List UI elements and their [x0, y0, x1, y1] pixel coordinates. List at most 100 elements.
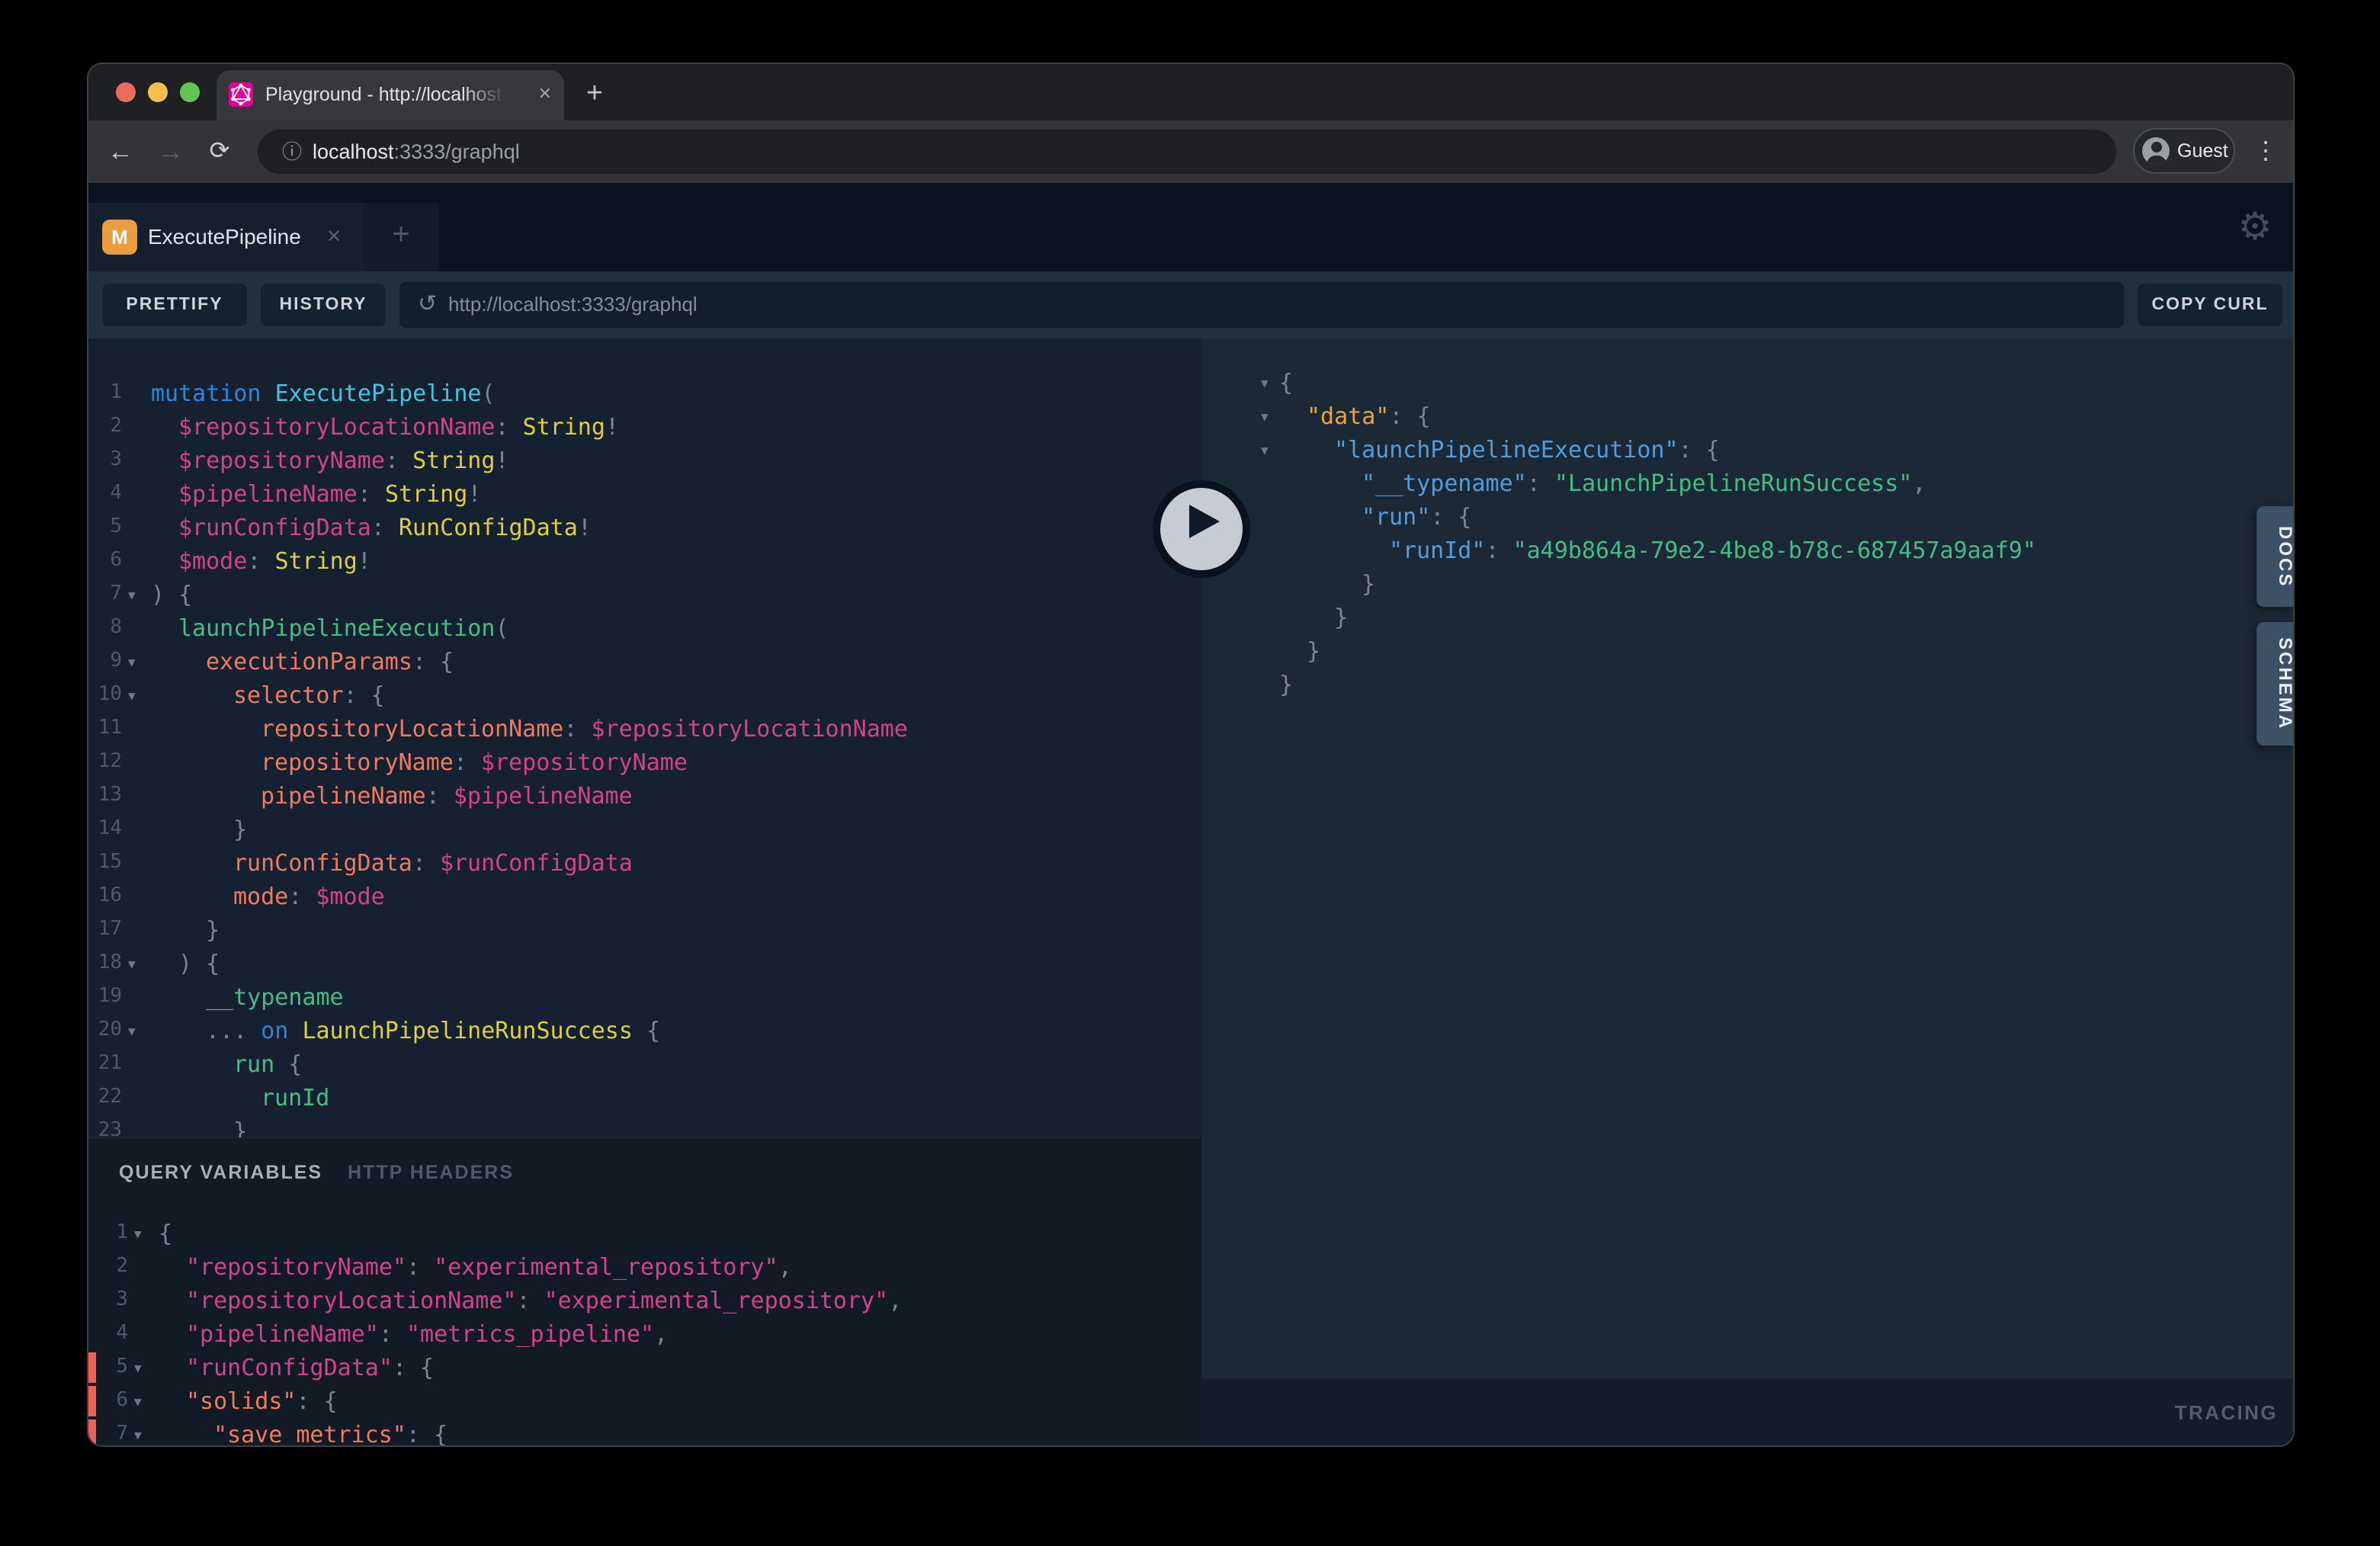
graphql-logo-icon — [229, 82, 253, 107]
fullscreen-window-button[interactable] — [180, 82, 200, 102]
line-number: 13 — [88, 779, 122, 813]
fold-arrow-icon[interactable]: ▼ — [128, 948, 136, 982]
schema-side-tab[interactable]: SCHEMA — [2257, 622, 2295, 746]
new-tab-button[interactable]: + — [576, 70, 613, 120]
fold-arrow-icon[interactable]: ▼ — [128, 579, 136, 613]
browser-toolbar: ← → ⟳ ⓘ localhost:3333/graphql Guest ⋮ — [88, 120, 2295, 183]
session-tab-title: ExecutePipeline — [148, 203, 301, 271]
docs-side-tab[interactable]: DOCS — [2257, 506, 2295, 607]
graphql-playground: M ExecutePipeline ✕ + ⚙ PRETTIFY HISTORY… — [88, 183, 2295, 1447]
code-line: 14} — [88, 813, 1201, 846]
line-number: 10 — [88, 678, 122, 712]
line-number: 2 — [88, 410, 122, 444]
fold-arrow-icon[interactable]: ▼ — [1261, 367, 1269, 401]
tracing-label: TRACING — [2175, 1378, 2278, 1447]
code-line: } — [1201, 634, 2295, 668]
play-icon — [1189, 505, 1220, 538]
browser-tabstrip: Playground - http://localhost:3 ✕ + — [88, 64, 2295, 120]
code-line: 3"repositoryLocationName": "experimental… — [88, 1284, 1201, 1317]
code-line: ▼"launchPipelineExecution": { — [1201, 433, 2295, 467]
tab-http-headers[interactable]: HTTP HEADERS — [348, 1139, 514, 1200]
line-number: 4 — [88, 477, 122, 511]
code-line: 2$repositoryLocationName: String! — [88, 410, 1201, 444]
endpoint-url: http://localhost:3333/graphql — [448, 282, 698, 328]
execute-button[interactable] — [1153, 480, 1250, 578]
fold-arrow-icon[interactable]: ▼ — [128, 1015, 136, 1049]
close-window-button[interactable] — [116, 82, 136, 102]
line-number: 1 — [88, 377, 122, 410]
url-host: localhost — [313, 140, 394, 163]
code-line: 15runConfigData: $runConfigData — [88, 846, 1201, 880]
history-button[interactable]: HISTORY — [261, 284, 386, 326]
code-line: 7▼"save_metrics": { — [88, 1418, 1201, 1447]
code-line: 18▼) { — [88, 947, 1201, 980]
line-number: 6 — [88, 1384, 128, 1418]
code-line: 5▼"runConfigData": { — [88, 1351, 1201, 1384]
code-line: 22runId — [88, 1081, 1201, 1115]
close-session-icon[interactable]: ✕ — [326, 203, 342, 271]
code-line: 23} — [88, 1115, 1201, 1137]
site-info-icon[interactable]: ⓘ — [282, 130, 302, 174]
code-line: } — [1201, 601, 2295, 634]
fold-arrow-icon[interactable]: ▼ — [134, 1386, 142, 1419]
code-line: 1▼{ — [88, 1217, 1201, 1250]
forward-icon[interactable]: → — [151, 120, 191, 183]
browser-tab[interactable]: Playground - http://localhost:3 ✕ — [217, 70, 564, 120]
screen: Playground - http://localhost:3 ✕ + ← → … — [0, 0, 2380, 1546]
code-line: 7▼) { — [88, 578, 1201, 611]
line-number: 16 — [88, 880, 122, 913]
fold-arrow-icon[interactable]: ▼ — [1261, 435, 1269, 468]
avatar-icon — [2142, 137, 2170, 165]
code-line: ▼{ — [1201, 366, 2295, 399]
tracing-bar[interactable]: TRACING — [1201, 1378, 2295, 1447]
code-line: 10▼selector: { — [88, 678, 1201, 712]
reload-icon[interactable]: ⟳ — [200, 120, 239, 183]
line-number: 4 — [88, 1317, 128, 1351]
minimize-window-button[interactable] — [148, 82, 168, 102]
url-path: :3333/graphql — [394, 140, 520, 163]
fold-arrow-icon[interactable]: ▼ — [134, 1419, 142, 1447]
copy-curl-button[interactable]: COPY CURL — [2138, 284, 2282, 326]
code-line: 19__typename — [88, 980, 1201, 1014]
variables-editor[interactable]: 1▼{2"repositoryName": "experimental_repo… — [88, 1217, 1201, 1447]
code-line: } — [1201, 668, 2295, 701]
line-number: 21 — [88, 1047, 122, 1081]
fold-arrow-icon[interactable]: ▼ — [134, 1352, 142, 1386]
code-line: 6▼"solids": { — [88, 1384, 1201, 1418]
profile-button[interactable]: Guest — [2133, 128, 2235, 174]
fold-arrow-icon[interactable]: ▼ — [1261, 401, 1269, 435]
response-viewer[interactable]: ▼{▼"data": {▼"launchPipelineExecution": … — [1201, 338, 2295, 1378]
code-line: 6$mode: String! — [88, 544, 1201, 578]
new-session-button[interactable]: + — [363, 203, 439, 271]
fold-arrow-icon[interactable]: ▼ — [134, 1218, 142, 1252]
prettify-button[interactable]: PRETTIFY — [102, 284, 247, 326]
code-line: 4$pipelineName: String! — [88, 477, 1201, 511]
line-number: 9 — [88, 645, 122, 678]
address-bar[interactable]: ⓘ localhost:3333/graphql — [258, 130, 2116, 174]
endpoint-refresh-icon[interactable]: ↺ — [418, 282, 437, 328]
endpoint-input[interactable]: ↺ http://localhost:3333/graphql — [399, 282, 2124, 328]
browser-menu-icon[interactable]: ⋮ — [2246, 120, 2285, 183]
fold-arrow-icon[interactable]: ▼ — [128, 680, 136, 714]
line-number: 12 — [88, 746, 122, 779]
code-line: 13pipelineName: $pipelineName — [88, 779, 1201, 813]
close-tab-icon[interactable]: ✕ — [538, 70, 552, 120]
code-line: "runId": "a49b864a-79e2-4be8-b78c-687457… — [1201, 534, 2295, 567]
code-line: "__typename": "LaunchPipelineRunSuccess"… — [1201, 467, 2295, 500]
line-number: 5 — [88, 1351, 128, 1384]
session-tab[interactable]: M ExecutePipeline ✕ — [88, 203, 363, 271]
tab-query-variables[interactable]: QUERY VARIABLES — [119, 1139, 322, 1200]
query-editor[interactable]: 1mutation ExecutePipeline(2$repositoryLo… — [88, 338, 1201, 1137]
playground-toolbar: PRETTIFY HISTORY ↺ http://localhost:3333… — [88, 271, 2295, 338]
browser-tab-title: Playground - http://localhost:3 — [265, 70, 506, 120]
line-number: 19 — [88, 980, 122, 1014]
line-number: 2 — [88, 1250, 128, 1284]
line-number: 1 — [88, 1217, 128, 1250]
line-number: 20 — [88, 1014, 122, 1047]
back-icon[interactable]: ← — [101, 120, 140, 183]
line-number: 23 — [88, 1115, 122, 1137]
line-number: 5 — [88, 511, 122, 544]
settings-gear-icon[interactable]: ⚙ — [2231, 197, 2279, 258]
fold-arrow-icon[interactable]: ▼ — [128, 646, 136, 680]
line-number: 17 — [88, 913, 122, 947]
